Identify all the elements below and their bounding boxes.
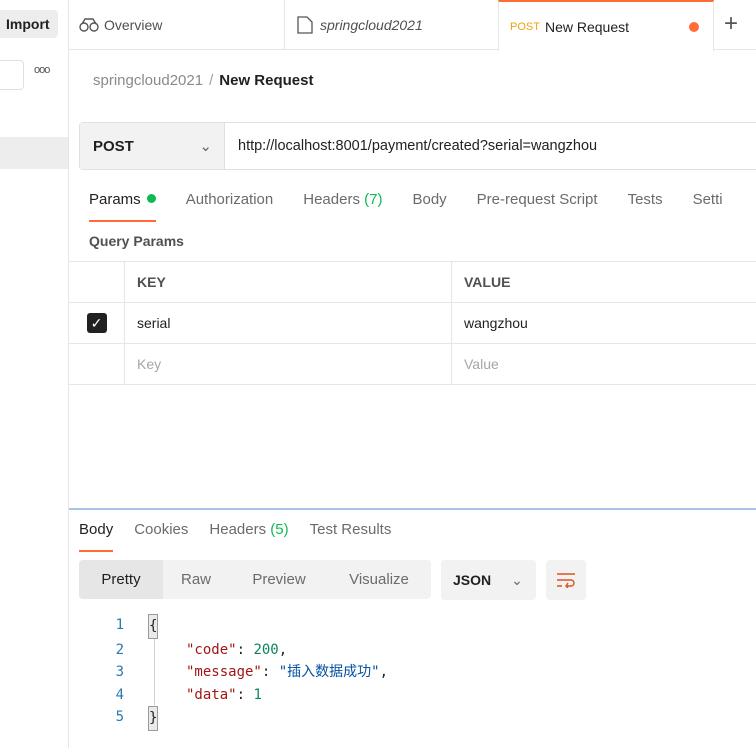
tab-body[interactable]: Body bbox=[412, 188, 446, 222]
tab-response-headers[interactable]: Headers (5) bbox=[209, 518, 288, 552]
table-row: ✓ serial wangzhou bbox=[69, 303, 756, 344]
more-horizontal-icon[interactable]: ooo bbox=[34, 64, 50, 76]
tab-cookies[interactable]: Cookies bbox=[134, 518, 188, 552]
headers-count: (5) bbox=[270, 521, 289, 538]
tab-params[interactable]: Params bbox=[89, 188, 156, 222]
unsaved-dot-icon bbox=[689, 22, 699, 32]
sidebar-search-input[interactable] bbox=[0, 60, 24, 90]
tab-tests[interactable]: Tests bbox=[628, 188, 663, 222]
tab-label: Headers bbox=[303, 191, 360, 208]
url-bar: POST ⌄ http://localhost:8001/payment/crea… bbox=[79, 122, 756, 170]
plus-icon[interactable]: + bbox=[724, 10, 738, 38]
line-number: 3 bbox=[115, 664, 124, 680]
binoculars-icon bbox=[79, 18, 99, 32]
json-value: 200 bbox=[253, 641, 279, 658]
tab-label: New Request bbox=[544, 18, 629, 35]
method-label: POST bbox=[93, 137, 134, 155]
wrap-lines-icon bbox=[557, 573, 575, 588]
view-raw[interactable]: Raw bbox=[163, 560, 229, 599]
json-key: "data" bbox=[186, 686, 237, 703]
tab-test-results[interactable]: Test Results bbox=[310, 518, 392, 552]
tab-label: Overview bbox=[104, 17, 163, 33]
query-params-title: Query Params bbox=[89, 233, 184, 249]
tab-pre-request-script[interactable]: Pre-request Script bbox=[477, 188, 598, 222]
headers-count: (7) bbox=[364, 191, 383, 208]
tab-label: Params bbox=[89, 191, 141, 208]
json-key: "message" bbox=[186, 664, 262, 680]
view-pretty[interactable]: Pretty bbox=[79, 560, 163, 599]
format-label: JSON bbox=[453, 572, 492, 588]
tab-collection[interactable]: springcloud2021 bbox=[284, 0, 498, 50]
line-number: 4 bbox=[115, 686, 124, 703]
line-number: 2 bbox=[115, 641, 124, 658]
chevron-down-icon: ⌄ bbox=[199, 138, 212, 155]
params-table: KEY VALUE ✓ serial wangzhou Key Value bbox=[69, 261, 756, 385]
value-input[interactable]: Value bbox=[452, 344, 499, 384]
method-select[interactable]: POST ⌄ bbox=[80, 123, 225, 169]
view-visualize[interactable]: Visualize bbox=[329, 560, 429, 599]
key-input[interactable]: Key bbox=[125, 344, 452, 384]
url-input[interactable]: http://localhost:8001/payment/created?se… bbox=[225, 123, 597, 169]
breadcrumb-parent[interactable]: springcloud2021 bbox=[93, 72, 203, 89]
view-preview[interactable]: Preview bbox=[229, 560, 329, 599]
param-value[interactable]: wangzhou bbox=[452, 303, 528, 343]
brace: { bbox=[148, 614, 159, 639]
view-mode-switch: Pretty Raw Preview Visualize bbox=[79, 560, 431, 599]
table-row-empty: Key Value bbox=[69, 344, 756, 385]
json-key: "code" bbox=[186, 641, 237, 658]
breadcrumb: springcloud2021 / New Request bbox=[93, 72, 313, 89]
sidebar-selected-item[interactable] bbox=[0, 137, 68, 169]
line-number: 5 bbox=[115, 709, 124, 725]
table-header: KEY VALUE bbox=[69, 262, 756, 303]
sidebar: Import ooo bbox=[0, 0, 69, 748]
import-button[interactable]: Import bbox=[0, 10, 58, 38]
chevron-down-icon: ⌄ bbox=[511, 571, 523, 588]
tab-new-request[interactable]: POST New Request bbox=[498, 0, 714, 51]
brace: } bbox=[148, 706, 159, 731]
json-value: 1 bbox=[253, 686, 262, 703]
request-tabs: Params Authorization Headers (7) Body Pr… bbox=[89, 188, 753, 222]
response-body: 1{ 2 "code": 200, 3 "message": "插入数据成功", 4… bbox=[100, 614, 388, 731]
value-header: VALUE bbox=[464, 274, 511, 290]
tab-authorization[interactable]: Authorization bbox=[186, 188, 274, 222]
collection-icon bbox=[297, 16, 313, 34]
tab-bar: Overview springcloud2021 POST New Reques… bbox=[69, 0, 756, 51]
wrap-lines-button[interactable] bbox=[546, 560, 586, 600]
key-header: KEY bbox=[125, 262, 452, 302]
tab-method: POST bbox=[510, 20, 540, 33]
tab-headers[interactable]: Headers (7) bbox=[303, 188, 382, 222]
tab-label: Headers bbox=[209, 521, 267, 538]
tab-response-body[interactable]: Body bbox=[79, 518, 114, 552]
tab-settings[interactable]: Setti bbox=[693, 188, 723, 222]
json-value: "插入数据成功" bbox=[278, 664, 380, 680]
line-number: 1 bbox=[115, 617, 124, 633]
tab-overview[interactable]: Overview bbox=[79, 0, 284, 50]
checkbox-checked-icon[interactable]: ✓ bbox=[86, 313, 107, 333]
active-dot-icon bbox=[146, 194, 156, 203]
format-select[interactable]: JSON ⌄ bbox=[441, 560, 536, 600]
param-key[interactable]: serial bbox=[125, 303, 452, 343]
breadcrumb-separator: / bbox=[209, 72, 214, 89]
response-tabs: Body Cookies Headers (5) Test Results bbox=[79, 518, 412, 552]
breadcrumb-current: New Request bbox=[219, 72, 314, 89]
pane-resize-handle[interactable] bbox=[69, 508, 756, 510]
tab-label: springcloud2021 bbox=[320, 17, 423, 33]
